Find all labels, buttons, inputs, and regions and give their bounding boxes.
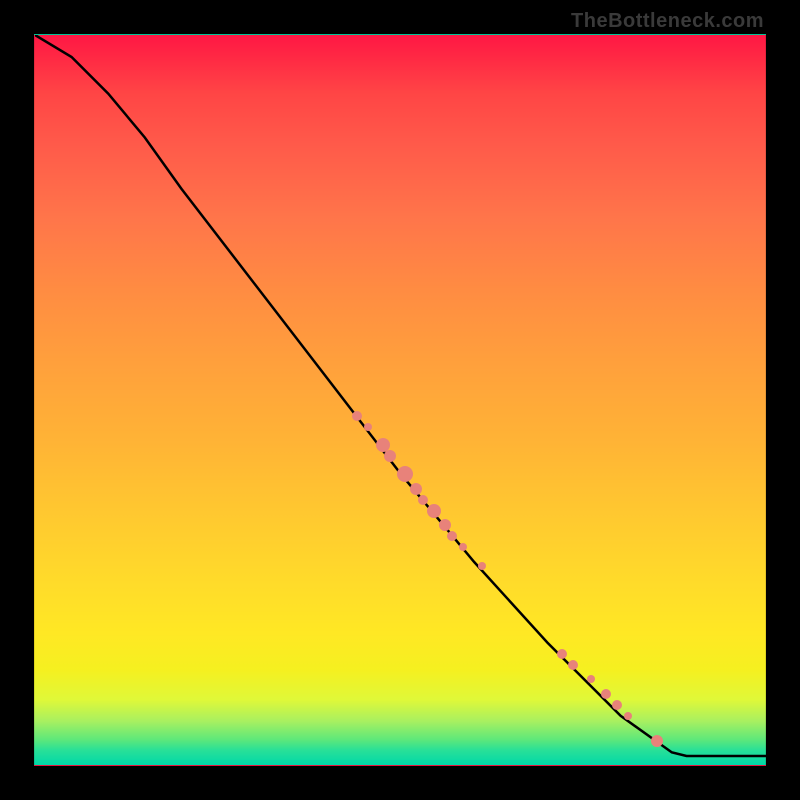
data-point [418,495,428,505]
data-point [352,411,362,421]
data-point [612,700,622,710]
data-point [427,504,441,518]
plot-area [34,34,766,766]
data-point [439,519,451,531]
data-point [651,735,663,747]
data-point [459,543,467,551]
chart-container: TheBottleneck.com [0,0,800,800]
data-point [557,649,567,659]
data-point [364,423,372,431]
data-point [568,660,578,670]
data-point [397,466,413,482]
curve-line [35,35,767,767]
data-point [587,675,595,683]
data-point [384,450,396,462]
data-point [624,712,632,720]
data-point [478,562,486,570]
data-point [447,531,457,541]
data-point [601,689,611,699]
watermark-text: TheBottleneck.com [571,10,764,33]
data-point [410,483,422,495]
